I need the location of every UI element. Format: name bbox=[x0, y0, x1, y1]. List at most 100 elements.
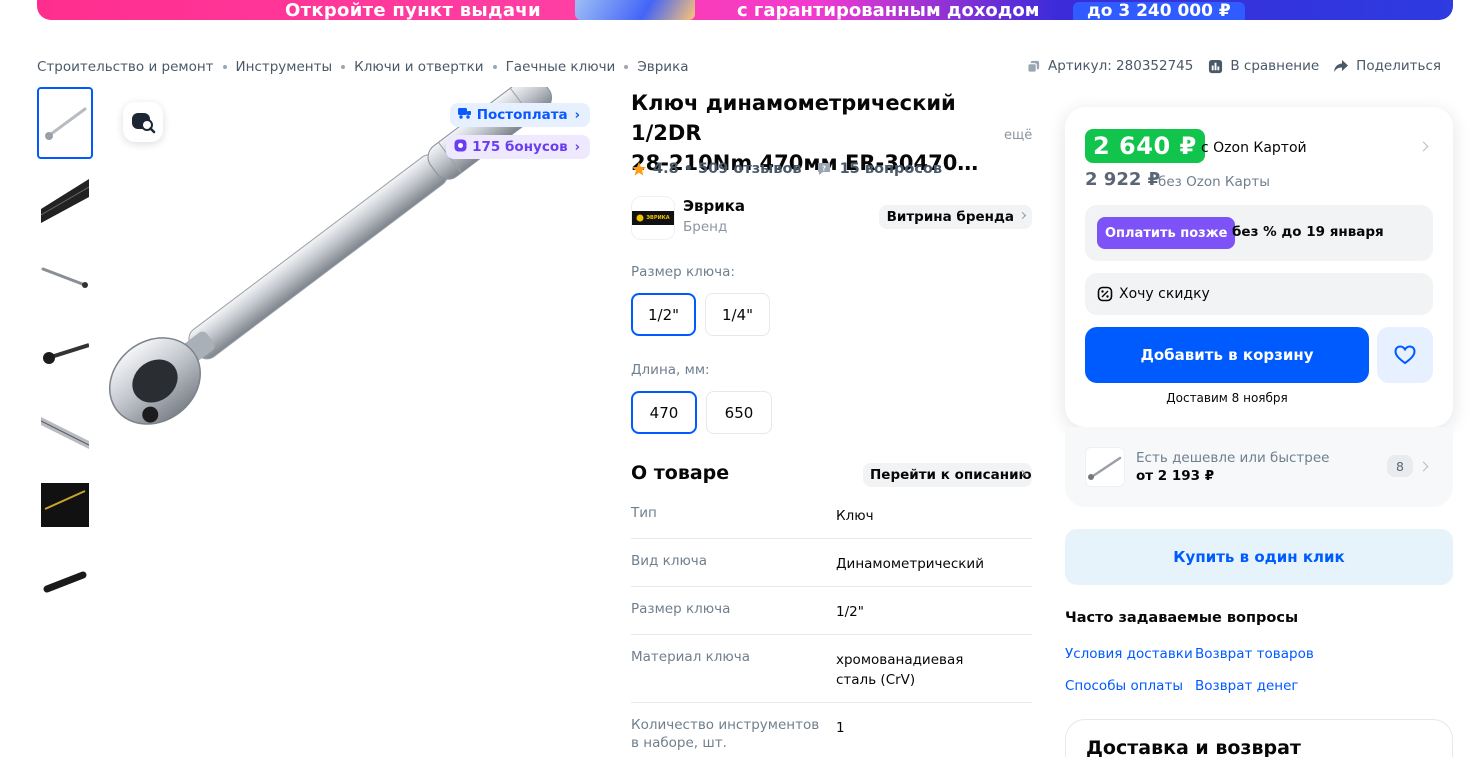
wrench-grip-thumbnail-image bbox=[43, 571, 87, 593]
price-card-label: с Ozon Картой bbox=[1201, 140, 1307, 156]
delivery-returns-heading: Доставка и возврат bbox=[1086, 737, 1301, 757]
discount-icon bbox=[1097, 286, 1113, 302]
chevron-right-icon: › bbox=[574, 139, 580, 155]
product-meta-actions: Артикул: 280352745 В сравнение Поделитьс… bbox=[1011, 58, 1441, 74]
thumbnail-3[interactable] bbox=[37, 239, 93, 311]
wrench-handle-thumbnail-image bbox=[41, 417, 89, 449]
product-page: Откройте пункт выдачи с гарантированным … bbox=[0, 0, 1476, 757]
postpay-label: Постоплата bbox=[476, 107, 568, 123]
faq-link-refund[interactable]: Возврат денег bbox=[1195, 678, 1299, 694]
breadcrumb-item[interactable]: Ключи и отвертки bbox=[354, 59, 483, 75]
similar-search-button[interactable] bbox=[123, 102, 163, 142]
heart-icon bbox=[1394, 345, 1416, 365]
pay-later-block[interactable]: Оплатить позже без % до 19 января bbox=[1085, 205, 1433, 261]
brand-logo-mark bbox=[636, 214, 644, 222]
breadcrumb-item[interactable]: Строительство и ремонт bbox=[37, 59, 214, 75]
question-bubble-icon: ? bbox=[817, 163, 830, 175]
brand-name[interactable]: Эврика bbox=[683, 197, 745, 215]
spec-key: Тип bbox=[631, 505, 657, 521]
article-label: Артикул: 280352745 bbox=[1048, 58, 1194, 74]
brand-logo-text: ЭВРИКА bbox=[646, 215, 670, 221]
compare-label: В сравнение bbox=[1230, 58, 1320, 74]
size-option-selected[interactable]: 1/2" bbox=[631, 293, 696, 336]
thumbnail-6[interactable] bbox=[37, 467, 93, 539]
truck-icon bbox=[457, 107, 472, 123]
breadcrumb-item[interactable]: Эврика bbox=[637, 59, 688, 75]
product-title-line1: Ключ динамометрический 1/2DR bbox=[631, 91, 956, 145]
rating-row: 4.8 • 509 отзывов ? 15 вопросов bbox=[631, 161, 942, 177]
spec-row: Количество инструментов в наборе, шт. 1 bbox=[631, 703, 1032, 757]
main-product-image[interactable]: Постоплата › 175 бонусов › bbox=[107, 87, 603, 607]
share-label: Поделиться bbox=[1356, 58, 1441, 74]
bonus-badge[interactable]: 175 бонусов › bbox=[446, 135, 590, 159]
bonus-label: 175 бонусов bbox=[472, 139, 568, 155]
spec-key: Материал ключа bbox=[631, 649, 751, 665]
rating-text: 4.8 • 509 отзывов bbox=[653, 161, 802, 177]
wrench-closeup-thumbnail-image bbox=[41, 179, 89, 223]
share-icon bbox=[1333, 58, 1349, 74]
buy-one-click-button[interactable]: Купить в один клик bbox=[1065, 529, 1453, 585]
goto-description-button[interactable]: Перейти к описанию bbox=[863, 463, 1032, 487]
banner-left-text: Откройте пункт выдачи bbox=[285, 0, 541, 20]
pay-later-text: без % до 19 января bbox=[1232, 224, 1384, 240]
size-option-label: Размер ключа: bbox=[631, 264, 735, 280]
length-option-label: Длина, мм: bbox=[631, 362, 710, 378]
spec-value: 1/2" bbox=[836, 604, 864, 620]
cheaper-offer-image bbox=[1085, 447, 1125, 487]
thumbnail-2[interactable] bbox=[37, 163, 93, 235]
reviews-link[interactable]: 4.8 • 509 отзывов bbox=[631, 161, 802, 177]
length-option[interactable]: 650 bbox=[706, 391, 772, 434]
bonus-icon bbox=[454, 139, 467, 156]
length-option-selected[interactable]: 470 bbox=[631, 391, 697, 434]
thumbnail-7[interactable] bbox=[37, 543, 93, 615]
questions-link[interactable]: ? 15 вопросов bbox=[816, 161, 942, 177]
title-expand-link[interactable]: ещё bbox=[1004, 128, 1032, 143]
article-number[interactable]: Артикул: 280352745 bbox=[1025, 58, 1193, 74]
share-button[interactable]: Поделиться bbox=[1333, 58, 1441, 74]
cheaper-offer-price: от 2 193 ₽ bbox=[1136, 468, 1215, 484]
add-to-cart-button[interactable]: Добавить в корзину bbox=[1085, 327, 1369, 383]
torque-wrench-image bbox=[108, 87, 553, 425]
compare-button[interactable]: В сравнение bbox=[1207, 58, 1319, 74]
spec-row: Тип Ключ bbox=[631, 491, 1032, 539]
breadcrumb-separator bbox=[222, 65, 227, 69]
brand-store-label: Витрина бренда bbox=[886, 209, 1014, 225]
thumbnail-list bbox=[37, 87, 93, 619]
faq-link-payment-methods[interactable]: Способы оплаты bbox=[1065, 678, 1183, 694]
image-search-icon bbox=[132, 113, 156, 134]
want-discount-button[interactable]: Хочу скидку bbox=[1085, 273, 1433, 315]
spec-key: Количество инструментов в наборе, шт. bbox=[631, 717, 820, 751]
spec-row: Вид ключа Динамометрический bbox=[631, 539, 1032, 587]
wrench-side-thumbnail-image bbox=[41, 267, 88, 288]
pay-later-button[interactable]: Оплатить позже bbox=[1097, 217, 1236, 249]
brand-store-button[interactable]: Витрина бренда bbox=[878, 205, 1032, 229]
promo-banner[interactable]: Откройте пункт выдачи с гарантированным … bbox=[37, 0, 1453, 20]
size-option[interactable]: 1/4" bbox=[705, 293, 770, 336]
breadcrumb-item[interactable]: Гаечные ключи bbox=[506, 59, 616, 75]
wrench-thumbnail-image bbox=[45, 107, 87, 140]
cheaper-offers[interactable]: Есть дешевле или быстрее от 2 193 ₽ 8 bbox=[1065, 427, 1453, 507]
spec-value: Ключ bbox=[836, 508, 874, 524]
brand-logo-plate: ЭВРИКА bbox=[632, 211, 674, 225]
thumbnail-5[interactable] bbox=[37, 391, 93, 463]
breadcrumb-separator bbox=[624, 65, 629, 69]
favorite-button[interactable] bbox=[1377, 327, 1433, 383]
postpay-badge[interactable]: Постоплата › bbox=[449, 103, 590, 127]
chevron-right-icon[interactable] bbox=[1418, 141, 1429, 152]
faq-link-delivery-terms[interactable]: Условия доставки bbox=[1065, 646, 1193, 662]
spec-row: Материал ключа хромованадиевая сталь (Cr… bbox=[631, 635, 1032, 703]
thumbnail-1[interactable] bbox=[37, 87, 93, 159]
faq-heading: Часто задаваемые вопросы bbox=[1065, 610, 1299, 626]
want-discount-label: Хочу скидку bbox=[1119, 286, 1210, 302]
compare-icon bbox=[1207, 58, 1223, 74]
breadcrumb-item[interactable]: Инструменты bbox=[236, 59, 333, 75]
brand-logo[interactable]: ЭВРИКА bbox=[631, 196, 675, 240]
wrench-case-thumbnail-image bbox=[41, 483, 89, 527]
wrench-offer-image bbox=[1088, 456, 1122, 480]
price-with-card[interactable]: 2 640 ₽ bbox=[1085, 129, 1205, 163]
faq-link-returns[interactable]: Возврат товаров bbox=[1195, 646, 1314, 662]
cheaper-offer-text: Есть дешевле или быстрее bbox=[1136, 450, 1330, 466]
chevron-right-icon: › bbox=[574, 107, 580, 123]
thumbnail-4[interactable] bbox=[37, 315, 93, 387]
breadcrumb-separator bbox=[341, 65, 346, 69]
